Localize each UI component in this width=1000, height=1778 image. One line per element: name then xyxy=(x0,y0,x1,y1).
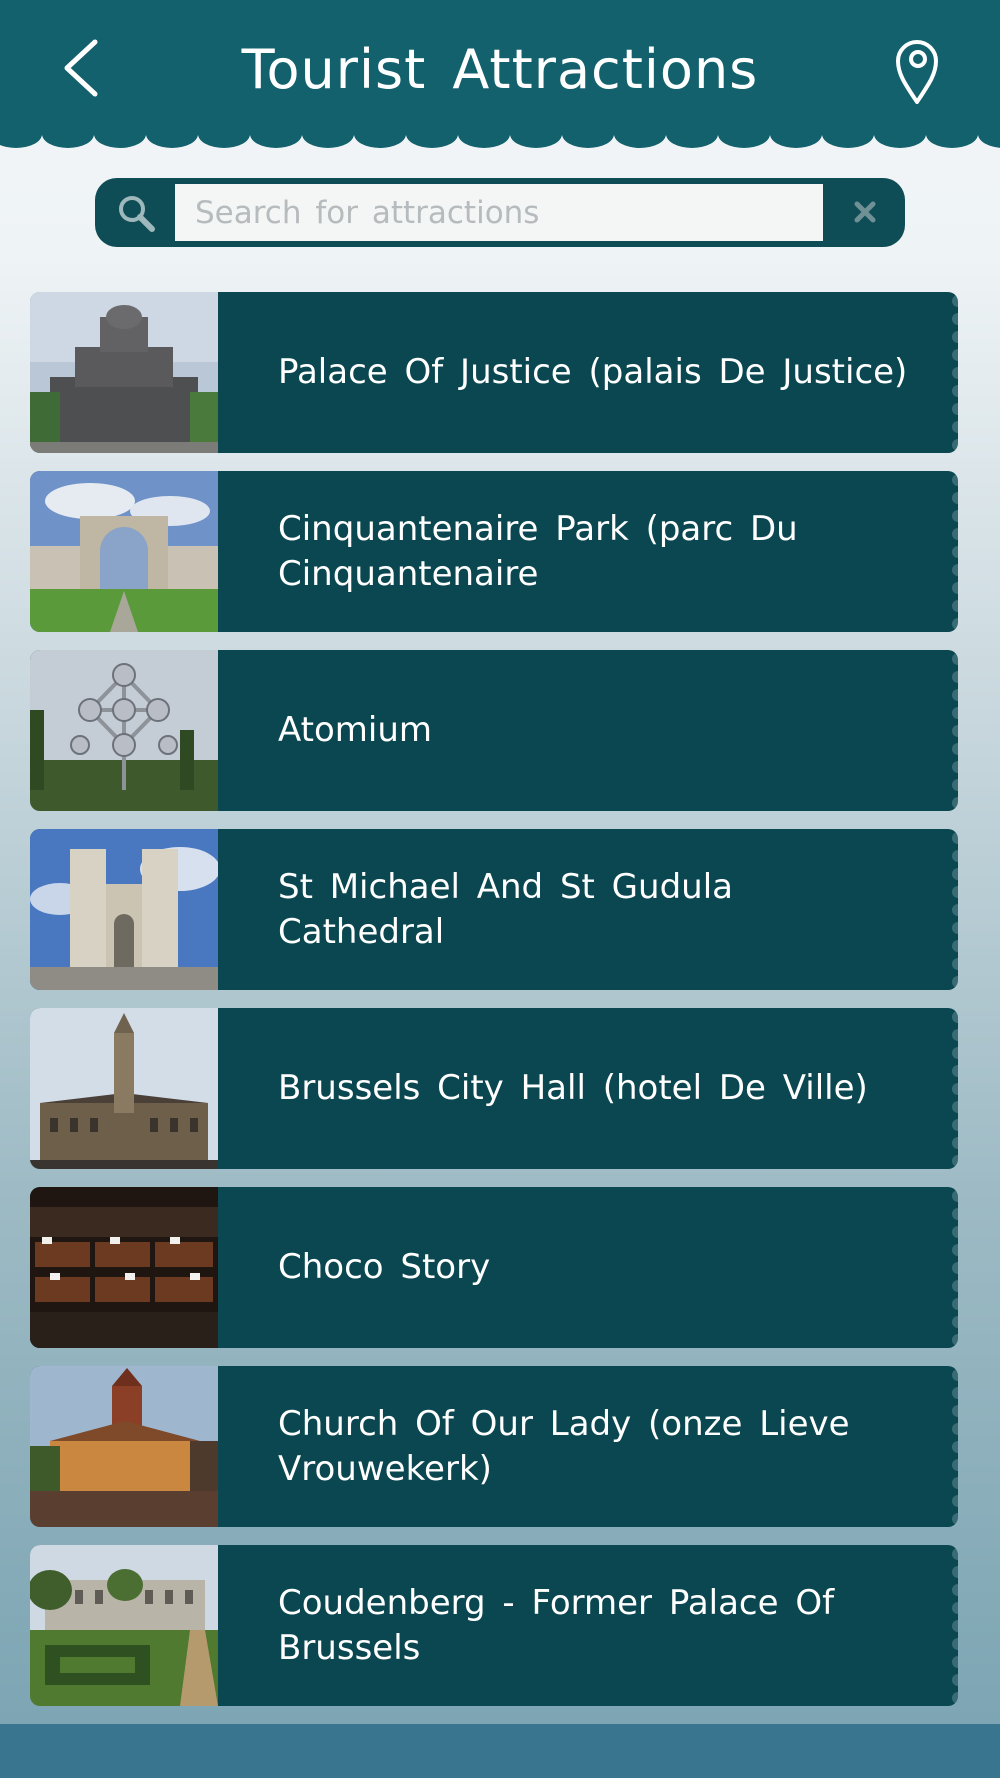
attractions-list: Palace Of Justice (palais De Justice) Ci… xyxy=(30,292,958,1724)
palace-of-justice-thumbnail xyxy=(30,292,218,453)
attraction-name: Cinquantenaire Park (parc Du Cinquantena… xyxy=(278,508,798,594)
attraction-row-palace-of-justice[interactable]: Palace Of Justice (palais De Justice) xyxy=(30,292,958,453)
coudenberg-thumbnail xyxy=(30,1545,218,1706)
row-scallop-edge xyxy=(952,295,958,451)
map-button[interactable] xyxy=(885,32,950,107)
row-scallop-edge xyxy=(952,1369,958,1525)
cathedral-thumbnail xyxy=(30,829,218,990)
attraction-row-choco-story[interactable]: Choco Story xyxy=(30,1187,958,1348)
row-scallop-edge xyxy=(952,832,958,988)
map-pin-icon xyxy=(896,40,938,104)
church-thumbnail xyxy=(30,1366,218,1527)
attraction-name: Coudenberg - Former Palace Of Brussels xyxy=(278,1582,835,1668)
row-scallop-edge xyxy=(952,1190,958,1346)
atomium-thumbnail xyxy=(30,650,218,811)
row-scallop-edge xyxy=(952,1011,958,1167)
row-scallop-edge xyxy=(952,474,958,630)
row-scallop-edge xyxy=(952,653,958,809)
attraction-name: St Michael And St Gudula Cathedral xyxy=(278,866,733,952)
attraction-row-coudenberg[interactable]: Coudenberg - Former Palace Of Brussels xyxy=(30,1545,958,1706)
top-bar: Tourist Attractions xyxy=(0,0,1000,135)
city-hall-thumbnail xyxy=(30,1008,218,1169)
header-scallop-edge xyxy=(0,128,1000,154)
bottom-bar xyxy=(0,1724,1000,1778)
search-icon[interactable] xyxy=(115,192,157,234)
attraction-name: Church Of Our Lady (onze Lieve Vrouweker… xyxy=(278,1403,850,1489)
page-title: Tourist Attractions xyxy=(241,38,759,101)
attraction-row-cathedral[interactable]: St Michael And St Gudula Cathedral xyxy=(30,829,958,990)
clear-search-button[interactable] xyxy=(843,190,887,234)
attraction-name: Palace Of Justice (palais De Justice) xyxy=(278,352,908,392)
close-icon xyxy=(854,201,876,223)
attraction-row-city-hall[interactable]: Brussels City Hall (hotel De Ville) xyxy=(30,1008,958,1169)
back-button[interactable] xyxy=(55,30,115,105)
cinquantenaire-thumbnail xyxy=(30,471,218,632)
attraction-row-cinquantenaire[interactable]: Cinquantenaire Park (parc Du Cinquantena… xyxy=(30,471,958,632)
search-input[interactable] xyxy=(175,184,823,241)
attraction-row-atomium[interactable]: Atomium xyxy=(30,650,958,811)
attraction-name: Atomium xyxy=(278,710,433,750)
chevron-left-icon xyxy=(64,39,98,97)
search-bar xyxy=(95,178,905,247)
chocolates-thumbnail xyxy=(30,1187,218,1348)
attraction-name: Choco Story xyxy=(278,1247,491,1287)
attraction-name: Brussels City Hall (hotel De Ville) xyxy=(278,1068,868,1108)
attraction-row-church-of-our-lady[interactable]: Church Of Our Lady (onze Lieve Vrouweker… xyxy=(30,1366,958,1527)
row-scallop-edge xyxy=(952,1548,958,1704)
